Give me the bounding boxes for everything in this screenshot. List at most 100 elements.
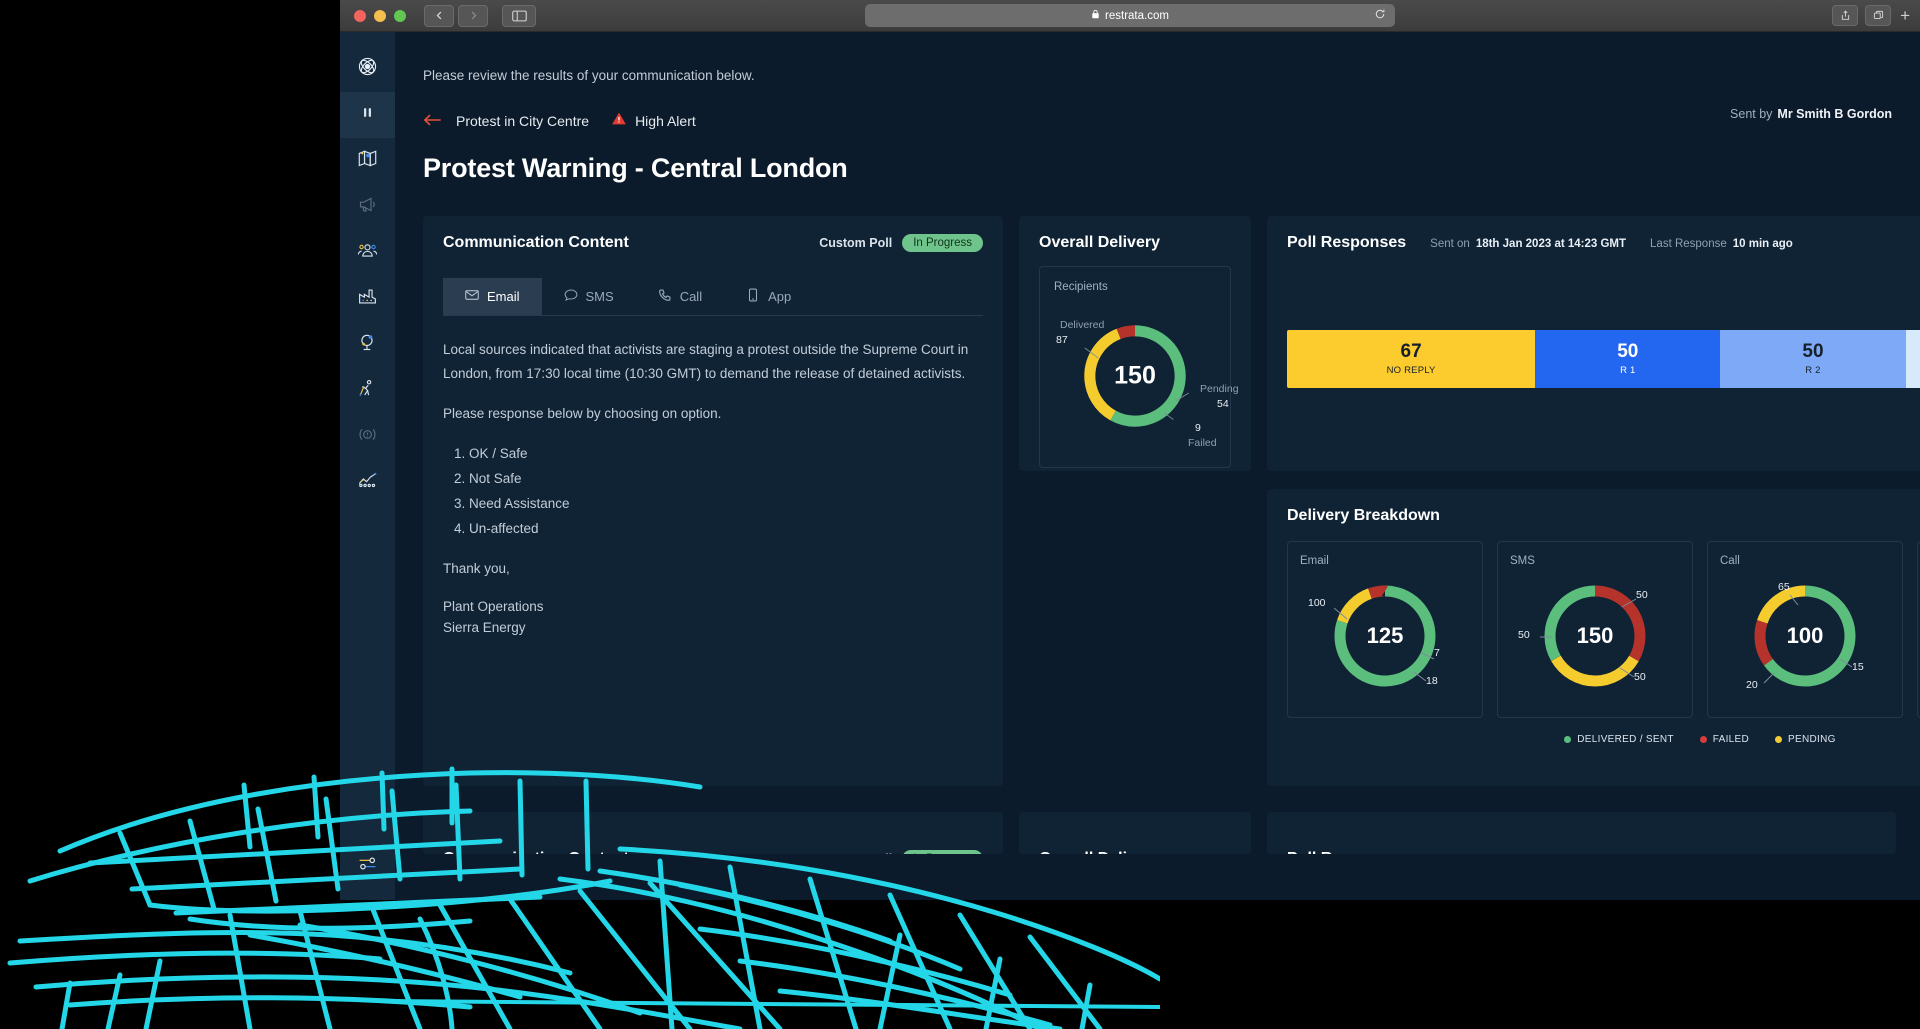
email-body: Local sources indicated that activists a… bbox=[443, 338, 983, 639]
donut-callout-delivered-value: 87 bbox=[1056, 334, 1068, 346]
breadcrumb-label[interactable]: Protest in City Centre bbox=[456, 113, 589, 129]
alert-level-label: High Alert bbox=[635, 113, 696, 129]
factory-icon bbox=[357, 286, 378, 312]
address-bar[interactable]: restrata.com bbox=[865, 4, 1395, 27]
sidebar-item-alerts[interactable] bbox=[340, 414, 395, 460]
legend-item-failed: FAILED bbox=[1699, 734, 1749, 745]
poll-bar-segment[interactable]: 50 R 1 bbox=[1535, 330, 1721, 388]
sidebar-item-broadcast[interactable] bbox=[340, 184, 395, 230]
signature-line-2: Sierra Energy bbox=[443, 620, 526, 636]
minimize-window-button[interactable] bbox=[374, 9, 386, 22]
sidebar-item-pause[interactable] bbox=[340, 92, 395, 138]
overall-delivery-title: Overall Delivery bbox=[1039, 234, 1160, 251]
legend-dot-delivered bbox=[1564, 736, 1572, 743]
close-window-button[interactable] bbox=[354, 9, 366, 22]
delivery-breakdown-card: Delivery Breakdown Email 125 100 7 18 SM… bbox=[1267, 489, 1920, 786]
url-text: restrata.com bbox=[1105, 9, 1169, 22]
app-root: Please review the results of your commun… bbox=[340, 32, 1920, 1029]
channel-tabs: Email SMS Call App bbox=[443, 278, 983, 316]
sms-callout-failed: 50 bbox=[1636, 589, 1648, 601]
sidebar-item-logo[interactable] bbox=[340, 46, 395, 92]
tab-sms-label: SMS bbox=[585, 289, 614, 304]
poll-bar-segment[interactable]: 9 R3 bbox=[1905, 330, 1920, 388]
back-arrow-icon[interactable] bbox=[423, 112, 442, 130]
breakdown-cell-call: Call 100 65 15 20 bbox=[1707, 541, 1903, 718]
overall-delivery-card-2: Overall Delivery bbox=[1019, 812, 1251, 854]
browser-window: restrata.com + Please review the results… bbox=[340, 0, 1920, 1029]
donut-callout-pending-value: 54 bbox=[1217, 398, 1229, 410]
email-callout-pending: 18 bbox=[1426, 675, 1438, 687]
sidebar-item-globe[interactable] bbox=[340, 322, 395, 368]
call-donut-value: 100 bbox=[1786, 623, 1824, 648]
lock-icon bbox=[1091, 9, 1100, 22]
poll-status-badge: In Progress bbox=[902, 234, 983, 252]
forward-button[interactable] bbox=[458, 4, 488, 27]
desktop-backdrop-left bbox=[0, 0, 340, 1029]
poll-bar-segment[interactable]: 67 NO REPLY bbox=[1287, 330, 1536, 388]
new-tab-button[interactable]: + bbox=[1900, 6, 1910, 26]
reload-icon[interactable] bbox=[1374, 8, 1386, 23]
delivery-breakdown-grid: Email 125 100 7 18 SMS 150 50 50 50 Call… bbox=[1287, 541, 1920, 718]
sidebar-item-sites[interactable] bbox=[340, 276, 395, 322]
poll-responses-card: Poll Responses Sent on 18th Jan 2023 at 1… bbox=[1267, 216, 1920, 471]
tab-call[interactable]: Call bbox=[636, 278, 724, 315]
communication-card-title-2: Communication Content bbox=[443, 850, 629, 854]
sent-by-name: Mr Smith B Gordon bbox=[1777, 107, 1892, 121]
back-button[interactable] bbox=[424, 4, 454, 27]
email-delivery-donut: 125 100 7 18 bbox=[1300, 571, 1470, 701]
tab-app-label: App bbox=[768, 289, 792, 304]
status-badge: High Alert bbox=[611, 111, 696, 131]
poll-type-label: Custom Poll bbox=[819, 236, 893, 250]
poll-bar-value: 50 bbox=[1802, 340, 1824, 362]
share-button[interactable] bbox=[1832, 5, 1859, 26]
phone-icon bbox=[658, 288, 672, 305]
people-icon bbox=[357, 240, 378, 266]
breadcrumb: Protest in City Centre High Alert Sent b… bbox=[423, 107, 1896, 131]
maximize-window-button[interactable] bbox=[394, 9, 406, 22]
poll-bar-segment[interactable]: 50 R 2 bbox=[1720, 330, 1906, 388]
sms-donut-value: 150 bbox=[1576, 623, 1614, 648]
sidebar-item-people[interactable] bbox=[340, 230, 395, 276]
window-controls[interactable] bbox=[354, 9, 406, 22]
alarm-icon bbox=[357, 424, 378, 450]
poll-option: Need Assistance bbox=[469, 492, 983, 516]
chat-bubble-icon bbox=[564, 288, 578, 305]
restrata-logo-icon bbox=[357, 56, 378, 82]
legend-item-delivered: DELIVERED / SENT bbox=[1564, 734, 1674, 745]
legend-label-delivered: DELIVERED / SENT bbox=[1577, 734, 1674, 745]
signature-line-1: Plant Operations bbox=[443, 599, 544, 615]
page-title: Protest Warning - Central London bbox=[423, 153, 848, 183]
delivery-breakdown-title: Delivery Breakdown bbox=[1287, 507, 1440, 524]
poll-option: Not Safe bbox=[469, 467, 983, 491]
sms-delivery-donut: 150 50 50 50 bbox=[1510, 571, 1680, 701]
tab-app[interactable]: App bbox=[724, 278, 813, 315]
sidebar-item-map[interactable] bbox=[340, 138, 395, 184]
poll-status-badge-2: In Progress bbox=[902, 850, 983, 854]
donut-callout-failed-value: 9 bbox=[1195, 422, 1201, 434]
poll-options-list: OK / Safe Not Safe Need Assistance Un-af… bbox=[469, 442, 983, 541]
breakdown-label-call: Call bbox=[1720, 555, 1740, 567]
tab-email[interactable]: Email bbox=[443, 278, 542, 315]
poll-option: Un-affected bbox=[469, 517, 983, 541]
poll-responses-card-2: Poll Responses Sent on18th Jan 2023 at 1… bbox=[1267, 812, 1896, 854]
show-tabs-button[interactable] bbox=[1865, 5, 1892, 26]
poll-bar-label: R 1 bbox=[1620, 365, 1636, 377]
call-callout-failed: 15 bbox=[1852, 661, 1864, 673]
overall-delivery-card: Overall Delivery Recipients 150 Delivere… bbox=[1019, 216, 1251, 471]
sidebar-item-settings[interactable] bbox=[340, 843, 395, 889]
sent-on-label: Sent on bbox=[1430, 238, 1470, 250]
sidebar-item-travel[interactable] bbox=[340, 368, 395, 414]
sms-callout-pending: 50 bbox=[1634, 671, 1646, 683]
sms-callout-delivered: 50 bbox=[1518, 629, 1530, 641]
intro-text: Please review the results of your commun… bbox=[423, 68, 755, 83]
poll-responses-title-2: Poll Responses bbox=[1287, 850, 1406, 854]
alert-triangle-icon bbox=[611, 111, 627, 131]
donut-callout-pending-label: Pending bbox=[1200, 383, 1239, 395]
tab-sms[interactable]: SMS bbox=[542, 278, 636, 315]
last-response-label: Last Response bbox=[1650, 238, 1727, 250]
donut-callout-delivered-label: Delivered bbox=[1060, 319, 1105, 331]
communication-content-card: Communication Content Custom Poll In Pro… bbox=[423, 216, 1003, 786]
call-delivery-donut: 100 65 15 20 bbox=[1720, 571, 1890, 701]
sidebar-item-analytics[interactable] bbox=[340, 460, 395, 506]
sidebar-toggle-button[interactable] bbox=[502, 4, 536, 27]
